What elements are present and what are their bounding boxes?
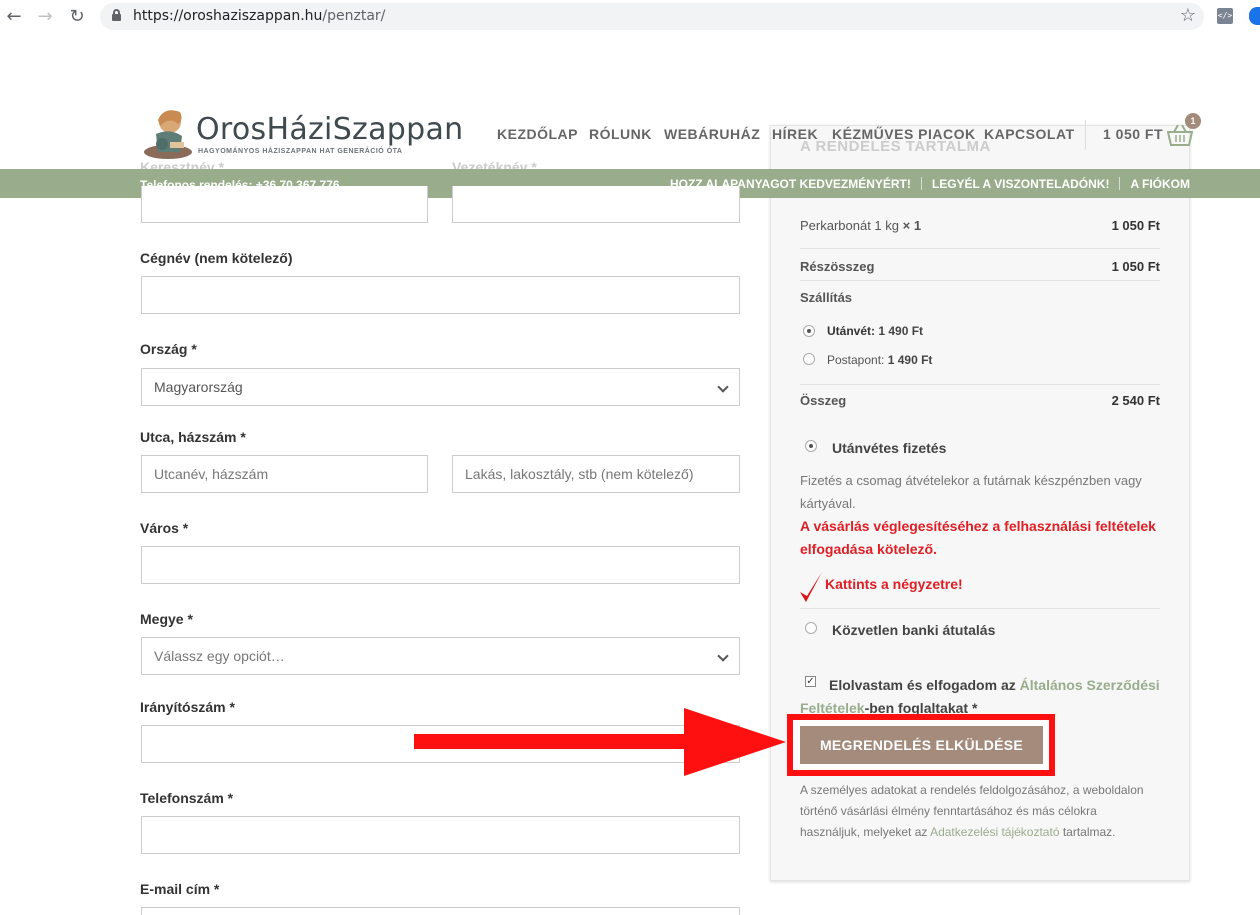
nav-item-contact[interactable]: KAPCSOLAT [984,126,1075,142]
link-my-account[interactable]: A FIÓKOM [1130,177,1190,191]
lock-icon [112,9,121,21]
shipping-postapont-option[interactable]: Postapont: 1 490 Ft [827,353,932,367]
order-item-name: Perkarbonát 1 kg × 1 [800,218,922,233]
cart-total[interactable]: 1 050 FT [1103,126,1163,142]
email-input[interactable] [141,907,740,915]
total-value: 2 540 Ft [1111,393,1160,408]
payment-cod-radio[interactable] [805,440,817,452]
top-links: HOZZ ALAPANYAGOT KEDVEZMÉNYÉRT! LEGYÉL A … [670,177,1190,191]
divider [800,384,1160,385]
nav-divider [1085,120,1086,150]
shipping-postapont-radio[interactable] [803,353,815,365]
privacy-notice: A személyes adatokat a rendelés feldolgo… [800,783,1144,839]
divider [800,248,1160,249]
city-label: Város * [140,520,189,536]
phone-label: Telefonszám * [140,790,234,806]
site-logo[interactable]: OrosHáziSzappan HAGYOMÁNYOS HÁZISZAPPAN … [140,104,463,164]
apartment-input[interactable]: Lakás, lakosztály, stb (nem kötelező) [452,455,740,493]
last-name-input[interactable] [452,186,740,223]
nav-item-home[interactable]: KEZDŐLAP [497,126,578,142]
company-label: Cégnév (nem kötelező) [140,250,293,266]
logo-name: OrosHáziSzappan [196,112,464,147]
county-select[interactable]: Válassz egy opciót… [141,637,740,675]
url-host: https://oroshaziszappan.hu [133,8,323,24]
order-item-qty: × 1 [902,218,922,233]
country-value: Magyarország [154,379,243,395]
reload-icon[interactable]: ↻ [66,6,88,28]
street-label: Utca, házszám * [140,429,246,445]
logo-mascot-icon [144,110,192,159]
terms-warning: A vásárlás véglegesítéséhez a felhasznál… [800,518,1156,557]
payment-bank-label[interactable]: Közvetlen banki átutalás [832,622,995,638]
address-bar[interactable]: https://oroshaziszappan.hu/penztar/ ☆ [100,3,1204,30]
phone-input[interactable] [141,816,740,854]
back-icon[interactable]: ← [3,6,25,28]
link-become-reseller[interactable]: LEGYÉL A VISZONTELADÓNK! [932,177,1110,191]
nav-item-about[interactable]: RÓLUNK [589,126,652,142]
first-name-input[interactable] [141,186,428,223]
browser-toolbar: ← → ↻ https://oroshaziszappan.hu/penztar… [0,0,1260,34]
street-input[interactable]: Utcanév, házszám [141,455,428,493]
subtotal-value: 1 050 Ft [1111,259,1160,274]
company-input[interactable] [141,276,740,314]
forward-icon[interactable]: → [34,6,56,28]
chevron-down-icon [717,381,729,393]
total-label: Összeg [800,393,847,408]
country-select[interactable]: Magyarország [141,368,740,406]
cart-count-badge: 1 [1185,113,1201,129]
county-label: Megye * [140,611,193,627]
shipping-cod-option[interactable]: Utánvét: 1 490 Ft [827,324,923,338]
extension-code-icon[interactable]: </> [1217,8,1233,24]
payment-cod-description: Fizetés a csomag átvételekor a futárnak … [800,473,1142,511]
divider [800,608,1160,609]
red-arrow-icon [414,708,786,776]
country-label: Ország * [140,341,197,357]
privacy-policy-link[interactable]: Adatkezelési tájékoztató [930,825,1059,839]
extension-icon[interactable] [1249,7,1260,25]
terms-checkbox[interactable]: ✓ [805,676,816,687]
url-path: /penztar/ [322,8,386,24]
place-order-button[interactable]: MEGRENDELÉS ELKÜLDÉSE [800,726,1043,764]
logo-tagline: HAGYOMÁNYOS HÁZISZAPPAN HAT GENERÁCIÓ ÓT… [198,148,403,155]
city-input[interactable] [141,546,740,584]
zip-label: Irányítószám * [140,699,235,715]
payment-bank-radio[interactable] [805,622,817,634]
divider [800,280,1160,281]
nav-item-news[interactable]: HÍREK [772,126,818,142]
bookmark-star-icon[interactable]: ☆ [1180,5,1196,26]
red-check-icon [800,572,822,602]
nav-item-shop[interactable]: WEBÁRUHÁZ [664,126,760,142]
click-checkbox-note: Kattints a négyzetre! [825,576,963,592]
order-item-price: 1 050 Ft [1111,218,1160,233]
county-placeholder: Válassz egy opciót… [154,648,285,664]
url-text[interactable]: https://oroshaziszappan.hu/penztar/ [133,8,385,24]
shipping-cod-radio[interactable] [803,325,815,337]
shipping-label: Szállítás [800,290,853,305]
chevron-down-icon [717,650,729,662]
email-label: E-mail cím * [140,881,220,897]
subtotal-label: Részösszeg [800,259,875,274]
nav-item-markets[interactable]: KÉZMŰVES PIACOK [832,126,976,142]
payment-cod-label[interactable]: Utánvétes fizetés [832,440,946,456]
